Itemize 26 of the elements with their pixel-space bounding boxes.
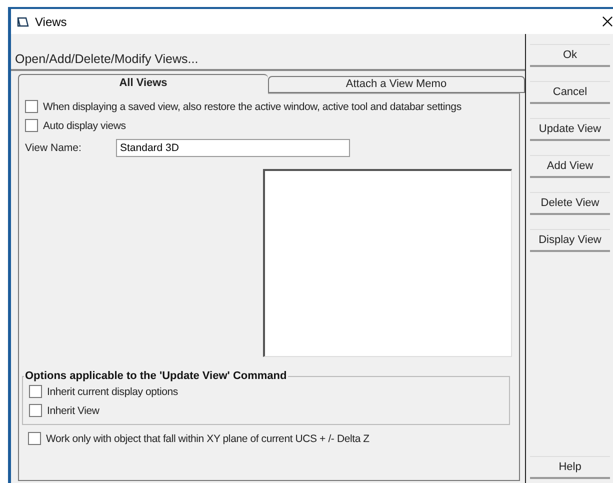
dialog-button[interactable]: Ok [530, 44, 610, 67]
close-icon[interactable] [602, 16, 613, 27]
checkbox[interactable] [28, 432, 41, 445]
window-title: Views [35, 14, 68, 28]
checkbox-label: Inherit current display options [47, 386, 178, 398]
dialog-button[interactable]: Delete View [530, 192, 610, 215]
window-icon [17, 16, 29, 28]
checkbox[interactable] [25, 119, 38, 132]
dialog-button[interactable]: Add View [530, 155, 610, 178]
help-button[interactable]: Help [530, 456, 610, 479]
dialog-header: Open/Add/Delete/Modify Views... [11, 34, 525, 71]
view-name-field[interactable]: Standard 3D [116, 139, 350, 157]
checkbox-label: Inherit View [47, 404, 100, 416]
dialog-button[interactable]: Display View [530, 229, 610, 252]
tab[interactable]: All Views [18, 74, 268, 94]
dialog-button[interactable]: Cancel [530, 81, 610, 104]
checkbox-label: Work only with object that fall within XY plane of current UCS + /- Delta Z [46, 432, 370, 444]
checkbox[interactable] [29, 404, 42, 417]
dialog-button[interactable]: Update View [530, 118, 610, 141]
checkbox-label: When displaying a saved view, also restore the active window, active tool and databar settings [43, 100, 462, 112]
group-title: Options applicable to the 'Update View' Command [24, 370, 288, 382]
tab[interactable]: Attach a View Memo [268, 76, 525, 93]
checkbox-label: Auto display views [43, 120, 126, 132]
checkbox[interactable] [25, 100, 38, 113]
checkbox[interactable] [29, 385, 42, 398]
view-name-label: View Name: [25, 142, 82, 154]
